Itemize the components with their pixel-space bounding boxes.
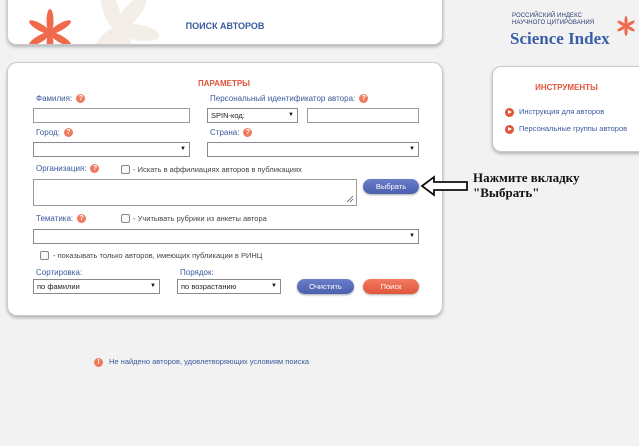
logo-line-2: НАУЧНОГО ЦИТИРОВАНИЯ [512, 20, 595, 26]
order-value: по возрастанию [181, 282, 237, 291]
exclamation-icon: ! [94, 357, 103, 367]
annotation-line-1: Нажмите вкладку [473, 170, 580, 185]
help-icon[interactable]: ? [76, 94, 86, 104]
surname-label: Фамилия:? [36, 94, 86, 104]
annotation-text: Нажмите вкладку "Выбрать" [473, 170, 579, 200]
sort-label: Сортировка: [36, 268, 83, 277]
page-title: ПОИСК АВТОРОВ [185, 21, 265, 31]
dropdown-arrow-icon: ▼ [409, 233, 415, 239]
organization-label-text: Организация: [36, 164, 87, 173]
play-icon [505, 107, 514, 117]
surname-input[interactable] [33, 108, 190, 123]
id-type-select[interactable]: SPIN-код: ▼ [207, 108, 298, 123]
dropdown-arrow-icon: ▼ [180, 146, 186, 152]
affiliation-checkbox-label: - Искать в аффилиациях авторов в публика… [133, 165, 302, 174]
resize-grip-icon[interactable] [346, 195, 354, 203]
clear-button[interactable]: Очистить [297, 279, 354, 294]
search-authors-banner: ПОИСК АВТОРОВ [7, 0, 443, 45]
order-label: Порядок: [180, 268, 214, 277]
tool-item-author-instructions[interactable]: Инструкция для авторов [505, 107, 604, 117]
help-icon[interactable]: ? [77, 214, 87, 224]
help-icon[interactable]: ? [63, 128, 73, 138]
topic-label-text: Тематика: [36, 214, 74, 223]
parameters-panel: ПАРАМЕТРЫ Фамилия:? Персональный идентиф… [7, 62, 443, 316]
dropdown-arrow-icon: ▼ [271, 283, 277, 289]
tools-title: ИНСТРУМЕНТЫ [535, 83, 598, 92]
topic-checkbox[interactable] [121, 214, 130, 223]
dropdown-arrow-icon: ▼ [288, 112, 294, 118]
annotation-line-2: "Выбрать" [473, 185, 540, 200]
country-label-text: Страна: [210, 128, 240, 137]
dropdown-arrow-icon: ▼ [150, 283, 156, 289]
country-label: Страна:? [210, 128, 253, 138]
organization-textarea[interactable] [33, 179, 357, 206]
city-label: Город:? [36, 128, 73, 138]
author-id-label: Персональный идентификатор автора:? [210, 94, 369, 104]
topic-select[interactable]: ▼ [33, 229, 419, 244]
select-organization-button[interactable]: Выбрать [363, 179, 419, 194]
sort-select[interactable]: по фамилии ▼ [33, 279, 160, 294]
tool-item-author-groups[interactable]: Персональные группы авторов [505, 124, 627, 134]
logo-line-1: РОССИЙСКИЙ ИНДЕКС [512, 13, 583, 19]
author-id-label-text: Персональный идентификатор автора: [210, 94, 356, 103]
author-id-input[interactable] [307, 108, 419, 123]
parameters-title: ПАРАМЕТРЫ [198, 79, 250, 88]
logo-brand: Science Index [510, 29, 610, 48]
sort-value: по фамилии [37, 282, 80, 291]
not-found-message: ! Не найдено авторов, удовлетворяющих усл… [94, 357, 309, 367]
help-icon[interactable]: ? [90, 164, 100, 174]
city-label-text: Город: [36, 128, 60, 137]
organization-label: Организация:? [36, 164, 100, 174]
tools-panel: ИНСТРУМЕНТЫ Инструкция для авторов Персо… [492, 66, 639, 152]
tool-item-label: Инструкция для авторов [519, 107, 605, 116]
dropdown-arrow-icon: ▼ [409, 146, 415, 152]
city-select[interactable]: ▼ [33, 142, 190, 157]
affiliation-checkbox[interactable] [121, 165, 130, 174]
search-button[interactable]: Поиск [363, 279, 419, 294]
play-icon [505, 124, 514, 134]
help-icon[interactable]: ? [359, 94, 369, 104]
logo-asterisk-icon [617, 16, 635, 36]
help-icon[interactable]: ? [243, 128, 253, 138]
topic-label: Тематика:? [36, 214, 87, 224]
id-type-value: SPIN-код: [211, 111, 245, 120]
not-found-text: Не найдено авторов, удовлетворяющих усло… [109, 357, 310, 366]
topic-checkbox-label: - Учитывать рубрики из анкеты автора [133, 214, 267, 223]
rinc-only-checkbox[interactable] [40, 251, 49, 260]
tool-item-label: Персональные группы авторов [519, 124, 628, 133]
annotation-arrow-icon [420, 175, 468, 197]
science-index-logo[interactable]: РОССИЙСКИЙ ИНДЕКС НАУЧНОГО ЦИТИРОВАНИЯ S… [508, 12, 636, 52]
rinc-only-checkbox-label: - показывать только авторов, имеющих пуб… [53, 251, 263, 260]
order-select[interactable]: по возрастанию ▼ [177, 279, 281, 294]
country-select[interactable]: ▼ [207, 142, 419, 157]
surname-label-text: Фамилия: [36, 94, 73, 103]
